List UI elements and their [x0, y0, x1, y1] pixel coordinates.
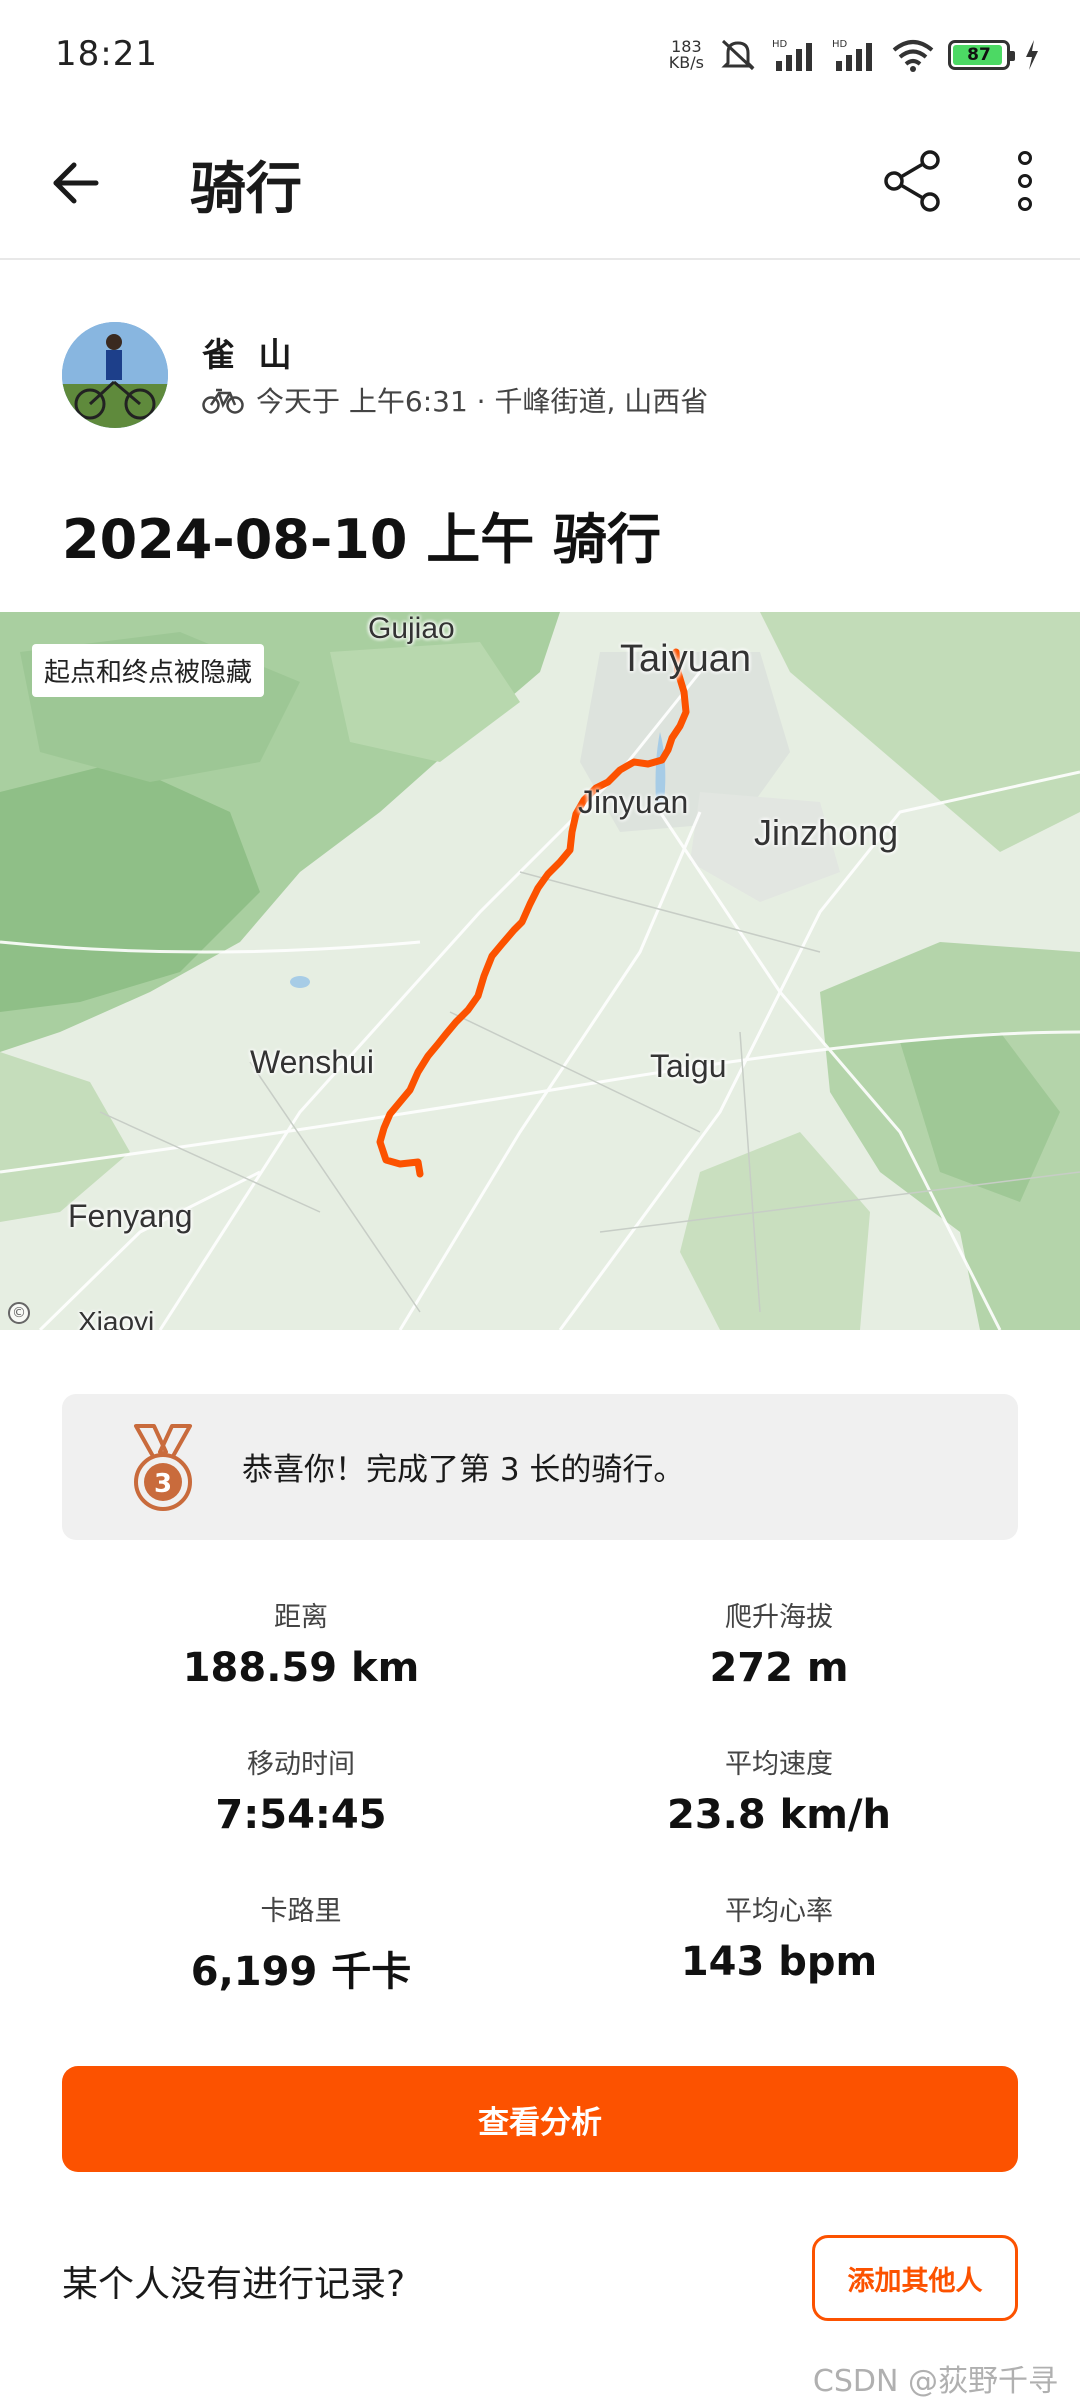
stat-moving-time: 移动时间 7:54:45	[62, 1742, 540, 1838]
activity-meta: 今天于 上午6:31 · 千峰街道, 山西省	[202, 380, 708, 420]
map-label-wenshui: Wenshui	[250, 1044, 374, 1080]
stat-value: 23.8 km/h	[667, 1792, 891, 1838]
stat-avg-heart-rate: 平均心率 143 bpm	[540, 1889, 1018, 1985]
athlete-row: 雀 山 今天于 上午6:31 · 千峰街道, 山西省	[62, 322, 1022, 432]
stat-elevation: 爬升海拔 272 m	[540, 1595, 1018, 1691]
privacy-badge: 起点和终点被隐藏	[32, 644, 265, 697]
stat-value: 188.59 km	[182, 1645, 420, 1691]
stat-avg-speed: 平均速度 23.8 km/h	[540, 1742, 1018, 1838]
stat-value: 143 bpm	[680, 1939, 878, 1985]
stat-value: 272 m	[709, 1645, 849, 1691]
back-button[interactable]	[40, 148, 110, 218]
stat-distance: 距离 188.59 km	[62, 1595, 540, 1691]
hd-signal-icon: HD	[772, 39, 812, 71]
stat-calories: 卡路里 6,199 千卡	[62, 1889, 540, 1997]
activity-meta-text: 今天于 上午6:31 · 千峰街道, 山西省	[256, 385, 709, 418]
more-options-button[interactable]	[990, 144, 1060, 218]
athlete-name[interactable]: 雀 山	[202, 328, 298, 376]
stat-label: 平均心率	[725, 1896, 833, 1927]
stat-label: 距离	[274, 1602, 328, 1633]
svg-text:HD: HD	[772, 39, 788, 50]
share-icon	[884, 150, 940, 212]
route-map[interactable]: 起点和终点被隐藏 Gujiao Taiyuan Jinyuan Jinzhong…	[0, 612, 1080, 1330]
mute-icon	[721, 39, 755, 71]
stat-label: 平均速度	[725, 1749, 833, 1780]
map-attribution-icon[interactable]: ©	[8, 1302, 30, 1324]
arrow-left-icon	[53, 162, 99, 204]
stat-value: 7:54:45	[215, 1792, 387, 1838]
map-label-xiaoyi: Xiaoyi	[78, 1306, 155, 1330]
map-label-jinzhong: Jinzhong	[754, 812, 899, 853]
map-label-gujiao: Gujiao	[368, 612, 455, 645]
medal-icon: 3	[134, 1424, 192, 1511]
hd-signal-icon: HD	[832, 39, 872, 71]
more-vertical-icon	[1018, 151, 1032, 211]
map-label-taigu: Taigu	[650, 1048, 727, 1084]
map-label-jinyuan: Jinyuan	[578, 784, 689, 820]
avatar[interactable]	[62, 322, 168, 428]
status-bar: 18:21 183 KB/s HD HD 87	[0, 0, 1080, 110]
activity-title: 2024-08-10 上午 骑行	[62, 508, 662, 571]
add-others-button[interactable]: 添加其他人	[812, 2235, 1018, 2321]
page-title: 骑行	[190, 157, 302, 222]
battery-icon: 87	[948, 40, 1015, 70]
status-time: 18:21	[55, 34, 158, 74]
stat-value: 6,199 千卡	[190, 1949, 412, 1995]
view-analysis-button[interactable]: 查看分析	[62, 2066, 1018, 2172]
network-speed: 183 KB/s	[668, 37, 704, 72]
missing-record-prompt: 某个人没有进行记录?	[62, 2264, 406, 2305]
share-button[interactable]	[875, 144, 949, 218]
map-label-taiyuan: Taiyuan	[620, 638, 751, 680]
status-icons: 183 KB/s HD HD 87	[669, 30, 1040, 80]
medal-rank: 3	[154, 1469, 172, 1499]
wifi-icon	[892, 40, 934, 72]
svg-text:HD: HD	[832, 39, 848, 50]
stat-label: 爬升海拔	[725, 1602, 833, 1633]
achievement-text: 恭喜你！完成了第 3 长的骑行。	[242, 1452, 685, 1488]
map-label-fenyang: Fenyang	[68, 1198, 193, 1234]
stat-label: 移动时间	[247, 1749, 355, 1780]
avatar-image	[62, 322, 168, 428]
charging-icon	[1026, 40, 1038, 70]
app-header: 骑行	[0, 110, 1080, 260]
watermark: CSDN @荻野千寻	[812, 2364, 1058, 2399]
achievement-card[interactable]: 3 恭喜你！完成了第 3 长的骑行。	[62, 1394, 1018, 1540]
stat-label: 卡路里	[260, 1896, 342, 1927]
bike-icon	[202, 388, 244, 414]
